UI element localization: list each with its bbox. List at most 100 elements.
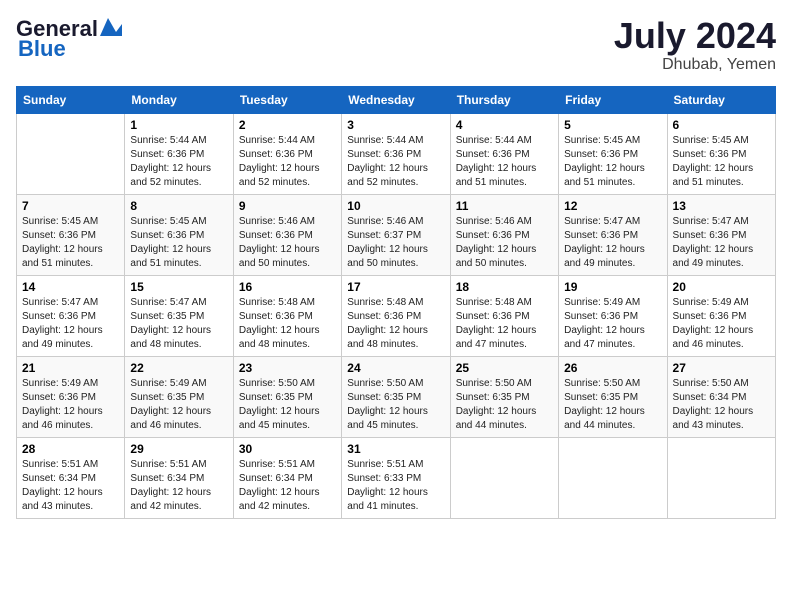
calendar-cell: 31Sunrise: 5:51 AMSunset: 6:33 PMDayligh…	[342, 437, 450, 518]
day-sun-info: Sunrise: 5:50 AMSunset: 6:35 PMDaylight:…	[564, 377, 661, 433]
day-sun-info: Sunrise: 5:47 AMSunset: 6:36 PMDaylight:…	[564, 215, 661, 271]
day-number: 19	[564, 280, 661, 294]
day-number: 10	[347, 199, 444, 213]
calendar-cell: 29 Sunrise: 5:51 AMSunset: 6:34 PMDayligh…	[125, 437, 233, 518]
day-number: 12	[564, 199, 661, 213]
day-sun-info: Sunrise: 5:48 AMSunset: 6:36 PMDaylight:…	[239, 296, 336, 352]
day-sun-info: Sunrise: 5:44 AMSunset: 6:36 PMDaylight:…	[456, 134, 553, 190]
day-sun-info: Sunrise: 5:49 AMSunset: 6:36 PMDaylight:…	[673, 296, 770, 352]
day-number: 16	[239, 280, 336, 294]
calendar-cell	[17, 113, 125, 194]
day-number: 24	[347, 361, 444, 375]
day-number: 20	[673, 280, 770, 294]
day-sun-info: Sunrise: 5:51 AMSunset: 6:34 PMDaylight:…	[239, 458, 336, 514]
day-sun-info: Sunrise: 5:47 AMSunset: 6:35 PMDaylight:…	[130, 296, 227, 352]
calendar-cell: 20 Sunrise: 5:49 AMSunset: 6:36 PMDayligh…	[667, 275, 775, 356]
day-sun-info: Sunrise: 5:50 AMSunset: 6:35 PMDaylight:…	[239, 377, 336, 433]
calendar-table: SundayMondayTuesdayWednesdayThursdayFrid…	[16, 86, 776, 519]
title-area: July 2024 Dhubab, Yemen	[614, 16, 776, 74]
calendar-cell: 4 Sunrise: 5:44 AMSunset: 6:36 PMDaylight…	[450, 113, 558, 194]
day-number: 27	[673, 361, 770, 375]
calendar-week-row: 14Sunrise: 5:47 AMSunset: 6:36 PMDayligh…	[17, 275, 776, 356]
day-number: 4	[456, 118, 553, 132]
location-subtitle: Dhubab, Yemen	[614, 56, 776, 74]
day-number: 29	[130, 442, 227, 456]
day-number: 18	[456, 280, 553, 294]
day-sun-info: Sunrise: 5:50 AMSunset: 6:35 PMDaylight:…	[347, 377, 444, 433]
day-number: 2	[239, 118, 336, 132]
weekday-header-wednesday: Wednesday	[342, 86, 450, 113]
day-sun-info: Sunrise: 5:51 AMSunset: 6:34 PMDaylight:…	[130, 458, 227, 514]
day-sun-info: Sunrise: 5:50 AMSunset: 6:34 PMDaylight:…	[673, 377, 770, 433]
day-sun-info: Sunrise: 5:44 AMSunset: 6:36 PMDaylight:…	[239, 134, 336, 190]
calendar-cell: 7Sunrise: 5:45 AMSunset: 6:36 PMDaylight…	[17, 194, 125, 275]
day-number: 22	[130, 361, 227, 375]
weekday-header-friday: Friday	[559, 86, 667, 113]
day-sun-info: Sunrise: 5:45 AMSunset: 6:36 PMDaylight:…	[130, 215, 227, 271]
calendar-cell: 25 Sunrise: 5:50 AMSunset: 6:35 PMDayligh…	[450, 356, 558, 437]
calendar-cell: 1 Sunrise: 5:44 AMSunset: 6:36 PMDaylight…	[125, 113, 233, 194]
calendar-cell	[667, 437, 775, 518]
calendar-cell	[450, 437, 558, 518]
day-number: 8	[130, 199, 227, 213]
calendar-week-row: 7 Sunrise: 5:45 AMSunset: 6:36 PMDaylight…	[17, 194, 776, 275]
day-number: 5	[564, 118, 661, 132]
day-sun-info: Sunrise: 5:48 AMSunset: 6:36 PMDaylight:…	[456, 296, 553, 352]
calendar-cell: 28 Sunrise: 5:51 AMSunset: 6:34 PMDayligh…	[17, 437, 125, 518]
day-sun-info: Sunrise: 5:47 AMSunset: 6:36 PMDaylight:…	[22, 296, 119, 352]
day-number: 26	[564, 361, 661, 375]
calendar-cell: 14Sunrise: 5:47 AMSunset: 6:36 PMDayligh…	[17, 275, 125, 356]
logo-blue: Blue	[18, 36, 66, 62]
day-sun-info: Sunrise: 5:48 AMSunset: 6:36 PMDaylight:…	[347, 296, 444, 352]
page-header: General Blue July 2024 Dhubab, Yemen	[16, 16, 776, 74]
logo: General Blue	[16, 16, 122, 62]
day-sun-info: Sunrise: 5:44 AMSunset: 6:36 PMDaylight:…	[347, 134, 444, 190]
day-number: 3	[347, 118, 444, 132]
month-year-title: July 2024	[614, 16, 776, 56]
day-number: 11	[456, 199, 553, 213]
calendar-cell	[559, 437, 667, 518]
day-sun-info: Sunrise: 5:49 AMSunset: 6:36 PMDaylight:…	[564, 296, 661, 352]
day-sun-info: Sunrise: 5:44 AMSunset: 6:36 PMDaylight:…	[130, 134, 227, 190]
calendar-cell: 22Sunrise: 5:49 AMSunset: 6:35 PMDayligh…	[125, 356, 233, 437]
calendar-cell: 8 Sunrise: 5:45 AMSunset: 6:36 PMDaylight…	[125, 194, 233, 275]
day-number: 7	[22, 199, 119, 213]
day-number: 17	[347, 280, 444, 294]
calendar-cell: 13Sunrise: 5:47 AMSunset: 6:36 PMDayligh…	[667, 194, 775, 275]
calendar-cell: 16 Sunrise: 5:48 AMSunset: 6:36 PMDayligh…	[233, 275, 341, 356]
calendar-cell: 9Sunrise: 5:46 AMSunset: 6:36 PMDaylight…	[233, 194, 341, 275]
calendar-cell: 12 Sunrise: 5:47 AMSunset: 6:36 PMDayligh…	[559, 194, 667, 275]
day-sun-info: Sunrise: 5:51 AMSunset: 6:34 PMDaylight:…	[22, 458, 119, 514]
day-number: 6	[673, 118, 770, 132]
day-number: 15	[130, 280, 227, 294]
calendar-week-row: 1 Sunrise: 5:44 AMSunset: 6:36 PMDaylight…	[17, 113, 776, 194]
weekday-header-saturday: Saturday	[667, 86, 775, 113]
calendar-cell: 6 Sunrise: 5:45 AMSunset: 6:36 PMDaylight…	[667, 113, 775, 194]
calendar-cell: 21Sunrise: 5:49 AMSunset: 6:36 PMDayligh…	[17, 356, 125, 437]
weekday-header-tuesday: Tuesday	[233, 86, 341, 113]
day-number: 28	[22, 442, 119, 456]
day-sun-info: Sunrise: 5:46 AMSunset: 6:36 PMDaylight:…	[456, 215, 553, 271]
day-number: 9	[239, 199, 336, 213]
weekday-header-monday: Monday	[125, 86, 233, 113]
day-number: 1	[130, 118, 227, 132]
calendar-cell: 15 Sunrise: 5:47 AMSunset: 6:35 PMDayligh…	[125, 275, 233, 356]
logo-bird-icon	[100, 18, 122, 36]
calendar-cell: 18 Sunrise: 5:48 AMSunset: 6:36 PMDayligh…	[450, 275, 558, 356]
calendar-cell: 3 Sunrise: 5:44 AMSunset: 6:36 PMDaylight…	[342, 113, 450, 194]
calendar-header-row: SundayMondayTuesdayWednesdayThursdayFrid…	[17, 86, 776, 113]
calendar-cell: 19 Sunrise: 5:49 AMSunset: 6:36 PMDayligh…	[559, 275, 667, 356]
day-number: 30	[239, 442, 336, 456]
day-sun-info: Sunrise: 5:46 AMSunset: 6:37 PMDaylight:…	[347, 215, 444, 271]
calendar-cell: 26 Sunrise: 5:50 AMSunset: 6:35 PMDayligh…	[559, 356, 667, 437]
day-sun-info: Sunrise: 5:50 AMSunset: 6:35 PMDaylight:…	[456, 377, 553, 433]
weekday-header-thursday: Thursday	[450, 86, 558, 113]
calendar-cell: 24 Sunrise: 5:50 AMSunset: 6:35 PMDayligh…	[342, 356, 450, 437]
day-sun-info: Sunrise: 5:45 AMSunset: 6:36 PMDaylight:…	[673, 134, 770, 190]
calendar-cell: 17 Sunrise: 5:48 AMSunset: 6:36 PMDayligh…	[342, 275, 450, 356]
calendar-week-row: 28 Sunrise: 5:51 AMSunset: 6:34 PMDayligh…	[17, 437, 776, 518]
calendar-week-row: 21Sunrise: 5:49 AMSunset: 6:36 PMDayligh…	[17, 356, 776, 437]
day-sun-info: Sunrise: 5:49 AMSunset: 6:36 PMDaylight:…	[22, 377, 119, 433]
day-number: 25	[456, 361, 553, 375]
calendar-cell: 2 Sunrise: 5:44 AMSunset: 6:36 PMDaylight…	[233, 113, 341, 194]
